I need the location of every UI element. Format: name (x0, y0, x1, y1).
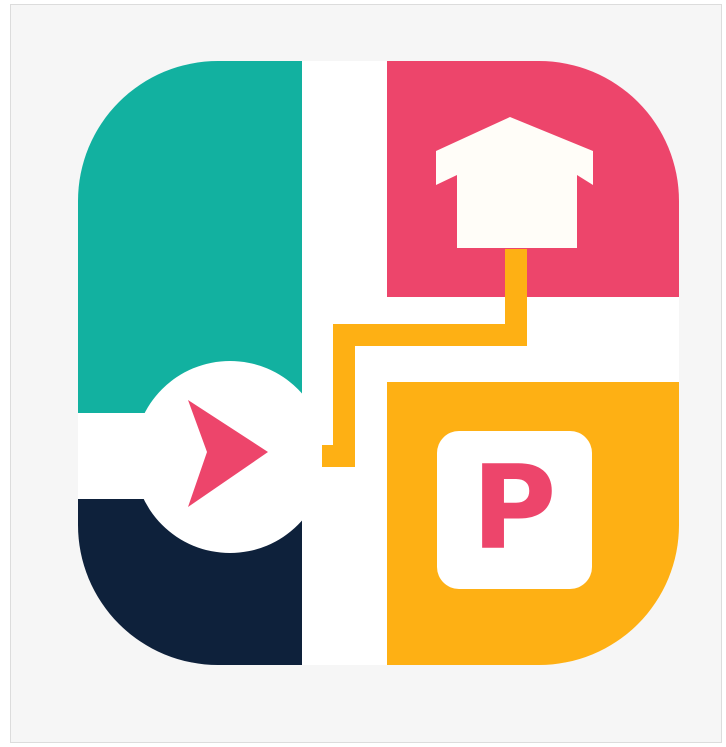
teal-block (78, 61, 302, 413)
app-icon-graphic: P (78, 61, 679, 665)
image-frame: P (10, 4, 722, 743)
parking-letter: P (471, 441, 556, 576)
parking-app-icon[interactable]: P (78, 61, 679, 665)
